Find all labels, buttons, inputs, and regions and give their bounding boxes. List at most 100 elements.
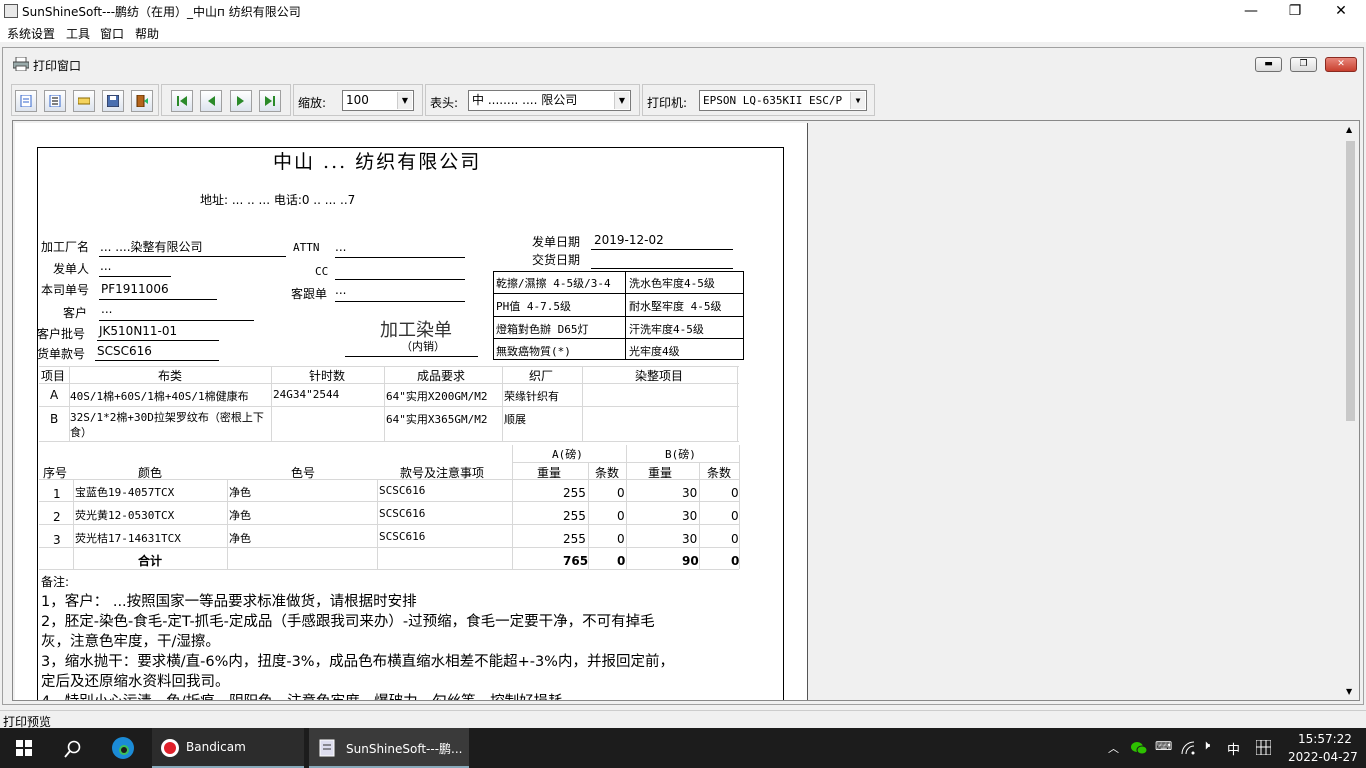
color-row-b-count: 0 [731,509,739,523]
underline [97,340,219,341]
zoom-label: 缩放: [298,96,327,110]
remark-line: 4，特别小心污渍，色/折痕，阴阳色，注意色牢度，爆破力，勾丝等，控制好损耗。 [41,690,577,700]
edge-taskbar-button[interactable] [100,728,146,768]
order-no-value: PF1911006 [101,282,169,296]
color-header: 重量 [537,466,562,480]
color-header: 重量 [648,466,673,480]
input-grid-icon[interactable] [1256,740,1271,755]
next-page-button[interactable] [230,90,252,112]
previous-page-button[interactable] [200,90,222,112]
exit-door-icon [136,95,148,107]
minimize-button[interactable]: — [1228,0,1274,22]
menu-help[interactable]: 帮助 [135,25,159,42]
record-icon [161,739,179,757]
color-row-b-count: 0 [731,532,739,546]
ruler-icon [78,97,90,105]
ime-indicator[interactable]: 中 [1227,739,1240,758]
clock-time[interactable]: 15:57:22 [1298,732,1352,746]
header-group: 表头: 中 ........ .... 限公司 ▼ [425,84,640,116]
document-button[interactable] [44,90,66,112]
last-page-button[interactable] [259,90,281,112]
print-window: 打印窗口 ▬ ❐ ✕ 缩放: 100 ▼ 表头: 中 ........ ....… [2,47,1364,705]
file-tool-group [11,84,159,116]
sunshine-taskbar-button[interactable]: SunShineSoft---鹏... [309,728,469,768]
next-page-icon [237,96,244,106]
remark-line: 3，缩水抛干：要求横/直-6%内，扭度-3%，成品色布横直缩水相差不能超+-3%… [41,654,674,670]
group-a-label: A(磅) [552,448,583,461]
color-row-b-count: 0 [731,486,739,500]
ruler-button[interactable] [73,90,95,112]
scroll-down-icon[interactable]: ▼ [1346,687,1352,696]
customer-label: 客户 [63,306,88,320]
header-label: 表头: [430,96,459,110]
save-button[interactable] [102,90,124,112]
menu-bar: 系统设置 工具 窗口 帮助 [0,22,1366,42]
quality-cell: 洗水色牢度4-5级 [629,277,715,290]
printer-select[interactable]: EPSON LQ-635KII ESC/P ▼ [699,90,867,111]
color-row-no: 3 [53,533,61,547]
fabric-header: 布类 [158,369,183,383]
page-setup-button[interactable] [15,90,37,112]
color-header: 颜色 [138,466,163,480]
cust-batch-label: 客户批号 [37,327,86,341]
color-row-code: 净色 [229,486,251,499]
app-icon [4,4,18,18]
color-row-b-weight: 30 [682,509,698,523]
first-page-button[interactable] [171,90,193,112]
title-bar: SunShineSoft---鹏纺（在用）_中山п 纺织有限公司 — ❐ ✕ [0,0,1366,22]
color-row-code: 净色 [229,532,251,545]
menu-window[interactable]: 窗口 [100,25,124,42]
remark-line: 灰，注意色牢度，干/湿擦。 [41,634,220,650]
start-button[interactable] [0,728,48,768]
maximize-button[interactable]: ❐ [1272,0,1318,22]
edge-icon [112,737,134,759]
zoom-select[interactable]: 100 ▼ [342,90,414,111]
customer-value: ... [101,302,113,316]
chevron-up-icon[interactable]: ︿ [1108,740,1119,756]
quality-cell: PH值 4-7.5级 [496,300,571,313]
clock-date[interactable]: 2022-04-27 [1288,750,1358,764]
bandicam-taskbar-button[interactable]: Bandicam [152,728,304,768]
printer-group: 打印机: EPSON LQ-635KII ESC/P ▼ [642,84,875,116]
child-close-button[interactable]: ✕ [1325,57,1357,72]
printer-label: 打印机: [647,96,688,110]
menu-tools[interactable]: 工具 [66,25,90,42]
bandicam-label: Bandicam [186,740,246,754]
volume-icon[interactable]: 🕨 [1202,738,1210,753]
close-button[interactable]: ✕ [1318,0,1364,22]
color-row-no: 1 [53,487,61,501]
scroll-up-icon[interactable]: ▲ [1346,125,1352,134]
print-window-title: 打印窗口 [33,59,82,73]
menu-system-settings[interactable]: 系统设置 [7,25,55,42]
color-row-b-weight: 30 [682,486,698,500]
header-select[interactable]: 中 ........ .... 限公司 ▼ [468,90,631,111]
child-restore-button[interactable]: ❐ [1290,57,1317,72]
tracker-value: ... [335,283,347,297]
underline [335,301,465,302]
exit-button[interactable] [131,90,153,112]
color-header: 条数 [707,466,732,480]
previous-page-icon [208,96,215,106]
preview-page: 中山 ... 纺织有限公司 地址: ... .. ... 电话:0 .. ...… [15,123,808,700]
ime-toolbar-icon[interactable]: ⌨ [1155,739,1172,753]
quality-cell: 乾擦/濕擦 4-5级/3-4 [496,277,611,290]
scrollbar-thumb[interactable] [1346,141,1355,421]
total-a-weight: 765 [563,554,589,568]
child-minimize-button[interactable]: ▬ [1255,57,1282,72]
chevron-down-icon: ▼ [850,92,865,109]
document-app-icon [319,739,335,757]
fabric-requirement: 64"实用X365GM/M2 [386,413,488,426]
vertical-scrollbar[interactable]: ▲ ▼ [1342,121,1359,700]
color-row-a-count: 0 [617,486,625,500]
color-row-a-count: 0 [617,509,625,523]
search-button[interactable] [48,728,96,768]
delivery-date-label: 交货日期 [532,253,581,267]
underline [99,276,171,277]
wechat-icon[interactable] [1130,740,1148,756]
fabric-type: 32S/1*2棉+30D拉架罗纹布（密根上下食） [70,411,264,439]
wifi-icon[interactable] [1180,740,1196,756]
underline [335,257,465,258]
cust-batch-value: JK510N11-01 [99,324,178,338]
total-a-count: 0 [617,554,626,568]
total-b-weight: 90 [682,554,699,568]
